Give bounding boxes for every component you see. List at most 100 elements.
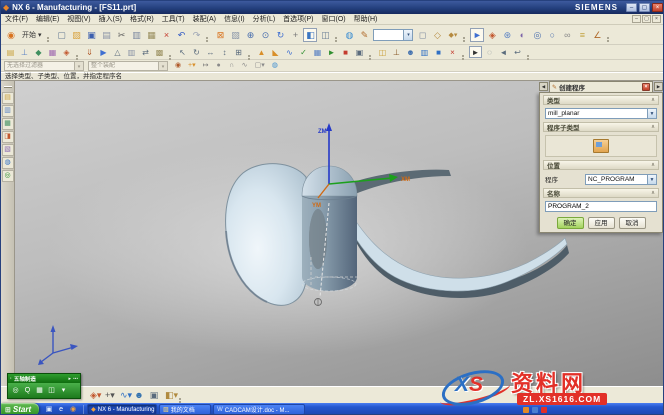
table-icon[interactable]: ▦ [311,46,324,58]
preferences-icon[interactable]: ⊛ [500,28,514,42]
open-icon[interactable]: ▨ [69,28,83,42]
redo-icon[interactable]: ↷ [189,28,203,42]
create-tool-icon[interactable]: ⊥ [18,46,31,58]
point-snap-icon[interactable]: +▾ [185,60,199,71]
graph-icon[interactable]: ∿ [283,46,296,58]
chevron-down-icon[interactable]: ▾ [158,62,167,70]
link-icon[interactable]: ∞ [560,28,574,42]
new-file-icon[interactable]: ▢ [54,28,68,42]
hd3d-tools-icon[interactable]: ▧ [2,144,14,156]
simulate-icon[interactable]: △ [111,46,124,58]
palette-caret-icon[interactable]: ▾ [58,385,69,396]
snap-point-icon[interactable]: ◈▾ [87,388,101,402]
menu-item[interactable]: 工具(T) [162,14,185,24]
center-snap-icon[interactable]: ∩ [226,60,238,71]
copy-icon[interactable]: ▥ [129,28,143,42]
tab-scroll-right-icon[interactable]: ▶ [654,82,663,91]
window-icon[interactable]: ▣ [353,46,366,58]
chevron-down-icon[interactable]: ▼ [647,175,656,184]
ok-button[interactable]: 确定 [557,217,584,229]
type-section-header[interactable]: 类型 ∧ [543,95,659,105]
edit-section-icon[interactable]: ✎ [357,28,371,42]
machine-icon[interactable]: ■ [339,46,352,58]
chevron-down-icon[interactable]: ▼ [647,109,656,118]
tangent-snap-icon[interactable]: ∿ [239,60,251,71]
program-name-input[interactable] [545,201,657,212]
close-icon[interactable]: × [652,3,663,12]
generate-toolpath-icon[interactable]: ⇓ [83,46,96,58]
minimize-icon[interactable]: – [626,3,637,12]
taskbar-task-documents[interactable]: ▨ 我的文档 [159,404,211,415]
child-close-icon[interactable]: × [652,15,661,23]
collapse-icon[interactable]: ∧ [651,124,655,130]
monitor-icon[interactable]: ▣ [147,388,161,402]
ie-icon[interactable]: e [56,405,66,415]
snap-toggle-icon[interactable]: ◉ [172,60,184,71]
collapse-icon[interactable]: ∧ [651,162,655,168]
menu-item[interactable]: 首选项(P) [283,14,313,24]
undo-icon[interactable]: ↶ [174,28,188,42]
wireframe-view-icon[interactable]: ◫ [318,28,332,42]
search-icon[interactable]: Q [22,385,33,396]
endpoint-snap-icon[interactable]: ↦ [200,60,212,71]
layer-settings-icon[interactable]: ◎ [530,28,544,42]
show-hide-icon[interactable]: ◐ [515,28,529,42]
lasso-icon[interactable]: ◌ [483,46,496,58]
child-minimize-icon[interactable]: – [632,15,641,23]
restore-icon[interactable]: ▢ [639,3,650,12]
select-back-icon[interactable]: ◄ [497,46,510,58]
shaded-view-icon[interactable]: ◧ [303,28,317,42]
wcs-globe-icon[interactable]: ◍ [269,60,281,71]
fit-view-icon[interactable]: ⊠ [213,28,227,42]
pan-view-icon[interactable]: + [288,28,302,42]
isometric-view-icon[interactable]: ◇ [430,28,444,42]
graphics-viewport[interactable]: XM YM ZM ◀ ✎ 创建程序 × ▶ [15,81,664,386]
create-geometry-icon[interactable]: ◆ [32,46,45,58]
avatar-icon[interactable]: ☻ [132,388,146,402]
curve-rule-icon[interactable]: ∿▾ [117,388,131,402]
tilt-tool-axis-icon[interactable]: ◣ [269,46,282,58]
menu-item[interactable]: 信息(I) [224,14,245,24]
flag-icon[interactable]: ► [325,46,338,58]
zoom-in-icon[interactable]: ⊕ [243,28,257,42]
name-section-header[interactable]: 名称 ∧ [543,188,659,198]
chevron-down-icon[interactable]: ▾ [403,30,412,40]
node-display-icon[interactable]: ◈ [485,28,499,42]
package-icon[interactable]: ◧▾ [162,388,176,402]
dialog-close-icon[interactable]: × [642,83,650,91]
selection-scope-icon[interactable]: ○ [545,28,559,42]
taskbar-task-word-doc[interactable]: W CADCAM设计.doc - M... [213,404,305,415]
history-icon[interactable]: ◎ [2,170,14,182]
view-combo[interactable]: ▾ [373,29,413,41]
wcs-display-icon[interactable]: ≡ [575,28,589,42]
print-icon[interactable]: ▤ [99,28,113,42]
constraint-navigator-icon[interactable]: ▥ [2,105,14,117]
collapse-icon[interactable]: ∧ [651,190,655,196]
subtype-section-header[interactable]: 程序子类型 ∧ [543,122,659,132]
five-axis-palette[interactable]: · 五轴制造 ▸ ⋯ ◎Q▦◫▾ [7,373,81,399]
object-array-icon[interactable]: ⊞ [232,46,245,58]
menu-item[interactable]: 窗口(O) [322,14,346,24]
resource-bar-grip[interactable] [4,86,12,88]
program-dropdown[interactable]: NC_PROGRAM ▼ [585,174,657,185]
create-operation-icon[interactable]: ◈ [60,46,73,58]
snap-handle-icon[interactable]: ► [470,28,484,42]
start-button[interactable]: ⊞ Start [1,403,39,415]
paste-icon[interactable]: ▦ [144,28,158,42]
menu-item[interactable]: 分析(L) [253,14,276,24]
measure-icon[interactable]: ∠ [590,28,604,42]
type-dropdown[interactable]: mill_planar ▼ [545,108,657,119]
collapse-icon[interactable]: ∧ [651,97,655,103]
web-browser-icon[interactable]: ◍ [2,157,14,169]
media-player-icon[interactable]: ◉ [68,405,78,415]
part-navigator-icon[interactable]: ▦ [2,118,14,130]
delete-icon[interactable]: × [159,28,173,42]
child-restore-icon[interactable]: ▢ [642,15,651,23]
check-geometry-icon[interactable]: ✓ [297,46,310,58]
list-toolpath-icon[interactable]: ▥ [125,46,138,58]
zoom-window-icon[interactable]: ▧ [228,28,242,42]
create-method-icon[interactable]: ▦ [46,46,59,58]
palette-title-bar[interactable]: · 五轴制造 ▸ ⋯ [8,374,80,383]
operator-icon[interactable]: ☻ [404,46,417,58]
selection-scope-combo[interactable]: 整个装配 ▾ [88,61,168,71]
